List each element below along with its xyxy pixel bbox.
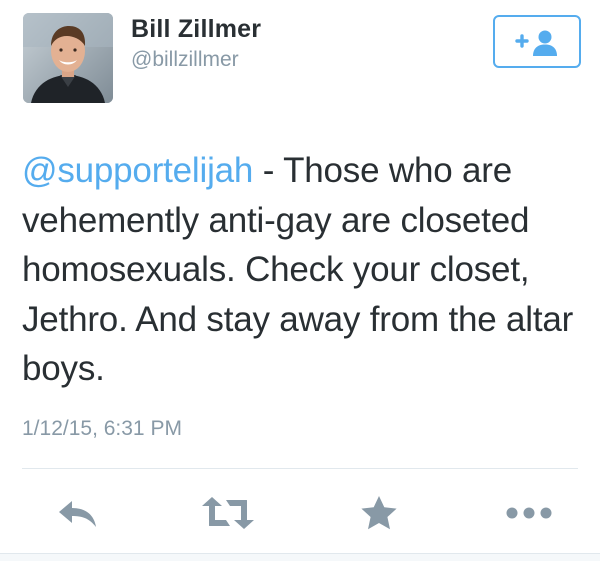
more-options-icon [506, 507, 552, 519]
mention-link[interactable]: @supportelijah [22, 151, 253, 190]
favorite-star-icon [361, 496, 397, 530]
avatar[interactable] [23, 13, 113, 103]
follow-button[interactable] [493, 15, 581, 68]
retweet-icon [202, 497, 254, 529]
tweet-text: @supportelijah - Those who are vehementl… [22, 146, 582, 394]
reply-button[interactable] [52, 491, 104, 535]
favorite-button[interactable] [355, 491, 403, 535]
user-handle[interactable]: @billzillmer [131, 48, 239, 72]
tweet-detail: Bill Zillmer @billzillmer @supportelijah… [0, 0, 600, 561]
add-user-icon [515, 30, 557, 56]
retweet-button[interactable] [198, 491, 258, 535]
divider [22, 468, 578, 469]
bottom-shade [0, 554, 600, 561]
more-options-button[interactable] [503, 491, 555, 535]
timestamp[interactable]: 1/12/15, 6:31 PM [22, 417, 182, 441]
user-photo [23, 13, 113, 103]
display-name[interactable]: Bill Zillmer [131, 15, 261, 44]
reply-icon [59, 501, 96, 527]
